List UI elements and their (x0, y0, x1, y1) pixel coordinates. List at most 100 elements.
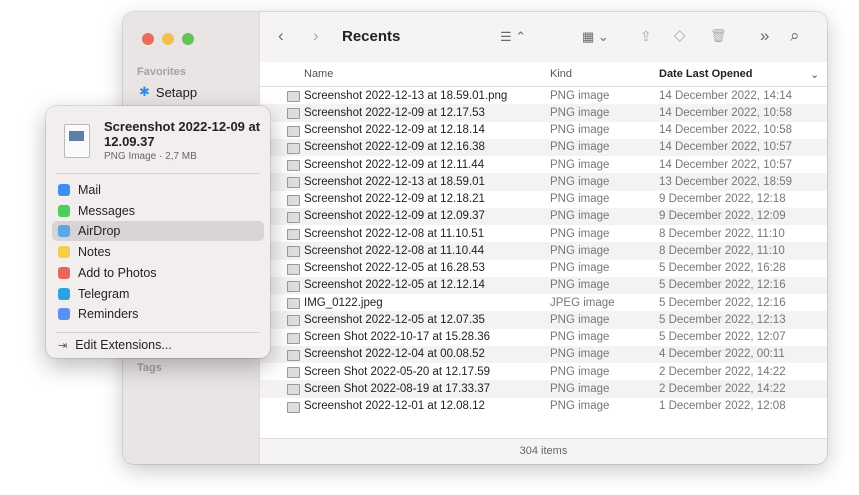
file-icon (287, 142, 300, 154)
sidebar-item-label: Setapp (155, 84, 198, 100)
file-name: Screenshot 2022-12-09 at 12.09.37 (304, 210, 485, 223)
table-row[interactable]: Screen Shot 2022-05-20 at 12.17.59 PNG im… (260, 363, 827, 380)
table-row[interactable]: Screenshot 2022-12-05 at 16.28.53 PNG ima… (260, 260, 827, 277)
file-date: 13 December 2022, 18:59 (659, 175, 792, 188)
share-file-title: Screenshot 2022-12-09 at 12.09.37 (104, 119, 261, 149)
file-icon (287, 280, 300, 292)
file-kind: PNG image (550, 331, 610, 344)
file-icon (287, 298, 300, 309)
file-date: 5 December 2022, 12:16 (659, 279, 786, 292)
share-item-airdrop[interactable]: AirDrop (52, 221, 264, 242)
file-icon (287, 108, 300, 120)
file-name: Screenshot 2022-12-05 at 16.28.53 (304, 262, 485, 275)
edit-extensions-label: Edit Extensions... (75, 338, 172, 352)
file-kind: PNG image (550, 348, 610, 361)
file-name: Screenshot 2022-12-09 at 12.11.44 (304, 158, 485, 171)
window-title: Recents (342, 28, 401, 45)
search-icon[interactable]: ⌕ (790, 26, 800, 46)
file-list: Screenshot 2022-12-13 at 18.59.01.png PNG… (260, 87, 827, 439)
table-row[interactable]: Screenshot 2022-12-08 at 11.10.44 PNG ima… (260, 242, 827, 260)
table-row[interactable]: Screenshot 2022-12-05 at 12.12.14 PNG ima… (260, 276, 827, 294)
file-name: IMG_0122.jpeg (304, 296, 383, 309)
table-row[interactable]: Screenshot 2022-12-13 at 18.59.01 PNG ima… (260, 173, 827, 191)
table-row[interactable]: Screenshot 2022-12-09 at 12.18.14 PNG ima… (260, 122, 827, 139)
notes-icon (58, 246, 70, 259)
sort-chevron-icon[interactable]: ⌄ (810, 68, 819, 81)
table-row[interactable]: Screenshot 2022-12-09 at 12.09.37 PNG ima… (260, 207, 827, 225)
file-date: 14 December 2022, 10:58 (659, 106, 792, 119)
share-item-label: Telegram (78, 286, 130, 301)
share-file-subtitle: PNG Image · 2,7 MB (104, 151, 197, 162)
list-view-icon[interactable]: ☰ ⌃ (500, 29, 526, 45)
file-name: Screenshot 2022-12-05 at 12.12.14 (304, 279, 485, 292)
table-row[interactable]: Screenshot 2022-12-09 at 12.18.21 PNG ima… (260, 191, 827, 208)
mail-icon (58, 184, 70, 196)
file-icon (287, 246, 300, 258)
file-name: Screen Shot 2022-08-19 at 17.33.37 (304, 382, 491, 395)
file-date: 14 December 2022, 10:57 (659, 158, 792, 171)
table-row[interactable]: Screenshot 2022-12-01 at 12.08.12 PNG ima… (260, 398, 827, 415)
file-name: Screenshot 2022-12-13 at 18.59.01.png (304, 89, 508, 102)
file-date: 2 December 2022, 14:22 (659, 382, 786, 395)
edit-extensions-item[interactable]: ⇥ Edit Extensions... (52, 335, 264, 355)
file-name: Screen Shot 2022-10-17 at 15.28.36 (304, 331, 491, 344)
minimize-button[interactable] (162, 33, 174, 45)
table-row[interactable]: Screenshot 2022-12-09 at 12.17.53 PNG ima… (260, 104, 827, 122)
file-date: 14 December 2022, 14:14 (659, 89, 792, 102)
trash-icon[interactable]: 🗑 (710, 28, 727, 44)
tag-icon[interactable]: ◇ (674, 26, 686, 44)
table-row[interactable]: Screenshot 2022-12-09 at 12.11.44 PNG ima… (260, 156, 827, 173)
file-date: 5 December 2022, 12:07 (659, 331, 786, 344)
file-date: 8 December 2022, 11:10 (659, 244, 785, 257)
file-icon (287, 367, 300, 378)
share-item-label: Add to Photos (78, 265, 157, 280)
file-kind: PNG image (550, 175, 610, 188)
file-kind: PNG image (550, 158, 610, 171)
share-item-add-to-photos[interactable]: Add to Photos (52, 263, 264, 283)
file-name: Screenshot 2022-12-13 at 18.59.01 (304, 175, 485, 188)
share-item-notes[interactable]: Notes (52, 242, 264, 262)
zoom-button[interactable] (182, 33, 194, 45)
extensions-icon: ⇥ (58, 339, 68, 352)
messages-icon (58, 204, 70, 217)
table-row[interactable]: Screenshot 2022-12-13 at 18.59.01.png PNG… (260, 87, 827, 104)
forward-button[interactable]: › (313, 26, 319, 46)
column-header: Name Kind Date Last Opened ⌄ (260, 62, 827, 87)
file-icon (287, 91, 300, 102)
sidebar-item-setapp[interactable]: ✱ Setapp (139, 84, 197, 100)
share-item-messages[interactable]: Messages (52, 201, 264, 221)
table-row[interactable]: Screen Shot 2022-10-17 at 15.28.36 PNG im… (260, 329, 827, 346)
file-date: 4 December 2022, 00:11 (659, 348, 785, 361)
grid-view-icon[interactable]: ▦ ⌄ (582, 29, 609, 45)
share-item-label: Notes (78, 245, 111, 260)
file-icon (287, 177, 300, 189)
table-row[interactable]: Screenshot 2022-12-08 at 11.10.51 PNG ima… (260, 225, 827, 242)
file-icon (287, 332, 300, 344)
more-icon[interactable]: » (760, 26, 769, 46)
divider (56, 332, 260, 333)
table-row[interactable]: Screenshot 2022-12-04 at 00.08.52 PNG ima… (260, 345, 827, 363)
share-menu: Screenshot 2022-12-09 at 12.09.37 PNG Im… (46, 106, 270, 358)
share-item-label: Mail (78, 183, 101, 197)
file-kind: PNG image (550, 106, 610, 119)
file-kind: PNG image (550, 313, 610, 326)
file-icon (287, 125, 300, 137)
share-item-label: Messages (78, 203, 135, 218)
share-item-telegram[interactable]: Telegram (52, 284, 264, 304)
table-row[interactable]: Screenshot 2022-12-05 at 12.07.35 PNG ima… (260, 311, 827, 329)
close-button[interactable] (142, 33, 154, 45)
column-name[interactable]: Name (304, 68, 333, 80)
table-row[interactable]: Screen Shot 2022-08-19 at 17.33.37 PNG im… (260, 380, 827, 398)
column-date[interactable]: Date Last Opened (659, 68, 753, 80)
back-button[interactable]: ‹ (278, 26, 284, 46)
status-bar: 304 items (260, 438, 827, 464)
share-item-reminders[interactable]: Reminders (52, 304, 264, 324)
share-icon[interactable]: ⇪ (640, 28, 652, 45)
share-item-mail[interactable]: Mail (52, 180, 264, 200)
table-row[interactable]: IMG_0122.jpeg JPEG image 5 December 2022, … (260, 294, 827, 311)
column-kind[interactable]: Kind (550, 68, 572, 80)
table-row[interactable]: Screenshot 2022-12-09 at 12.16.38 PNG ima… (260, 138, 827, 156)
file-kind: PNG image (550, 244, 610, 257)
telegram-icon (58, 287, 70, 300)
file-kind: PNG image (550, 141, 610, 154)
